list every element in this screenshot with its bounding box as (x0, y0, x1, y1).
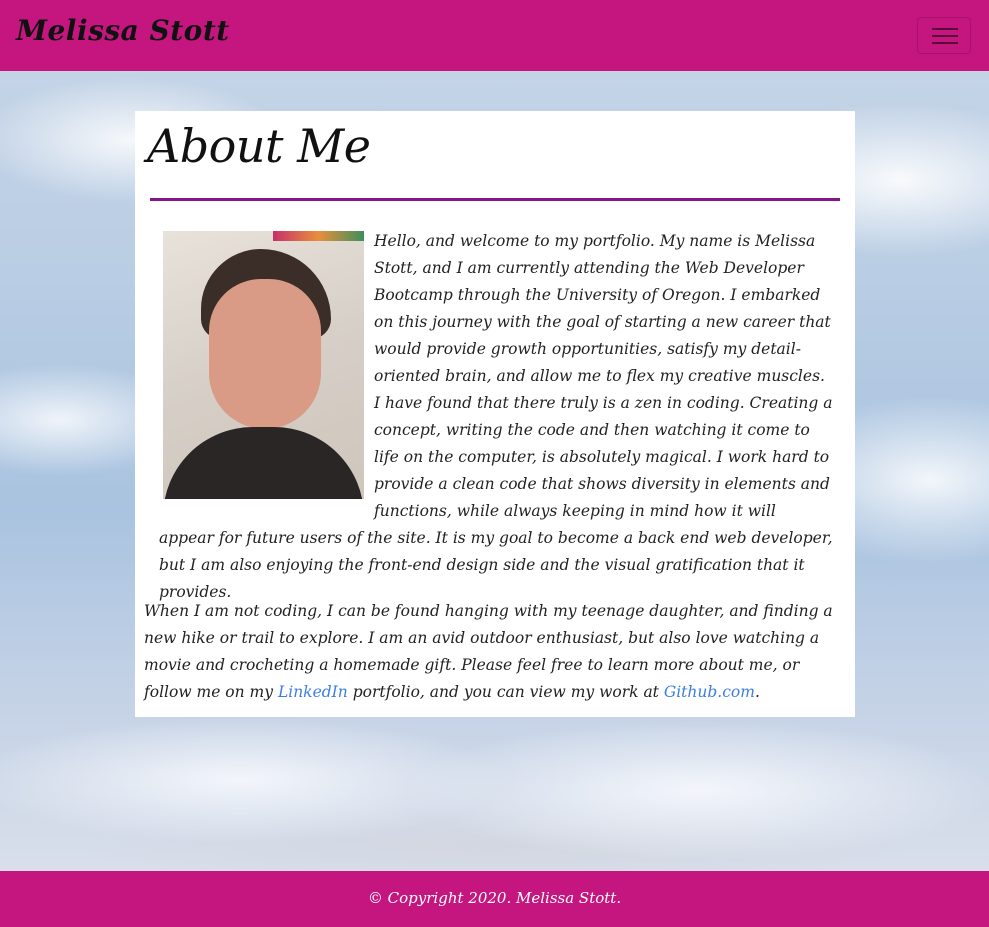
outro-text-end: . (754, 683, 760, 701)
profile-photo (163, 231, 364, 499)
photo-shirt (163, 427, 364, 499)
about-card: About Me Hello, and welcome to my portfo… (135, 111, 855, 717)
navbar: Melissa Stott (0, 0, 989, 71)
title-divider (150, 198, 840, 201)
hamburger-icon-bar (932, 42, 958, 44)
footer: © Copyright 2020. Melissa Stott. (0, 871, 989, 927)
linkedin-link[interactable]: LinkedIn (278, 683, 348, 701)
navbar-toggler-button[interactable] (917, 17, 971, 54)
photo-background-art (273, 231, 364, 241)
brand-logo[interactable]: Melissa Stott (16, 14, 230, 47)
hamburger-icon (932, 28, 958, 30)
hamburger-icon-bar (932, 35, 958, 37)
github-link[interactable]: Github.com (664, 683, 755, 701)
bio-section: Hello, and welcome to my portfolio. My n… (159, 228, 833, 606)
copyright-text: © Copyright 2020. Melissa Stott. (367, 889, 622, 907)
outro-paragraph: When I am not coding, I can be found han… (144, 598, 844, 706)
page-title: About Me (147, 119, 371, 173)
photo-face (209, 279, 321, 429)
outro-text-2: portfolio, and you can view my work at (347, 683, 664, 701)
